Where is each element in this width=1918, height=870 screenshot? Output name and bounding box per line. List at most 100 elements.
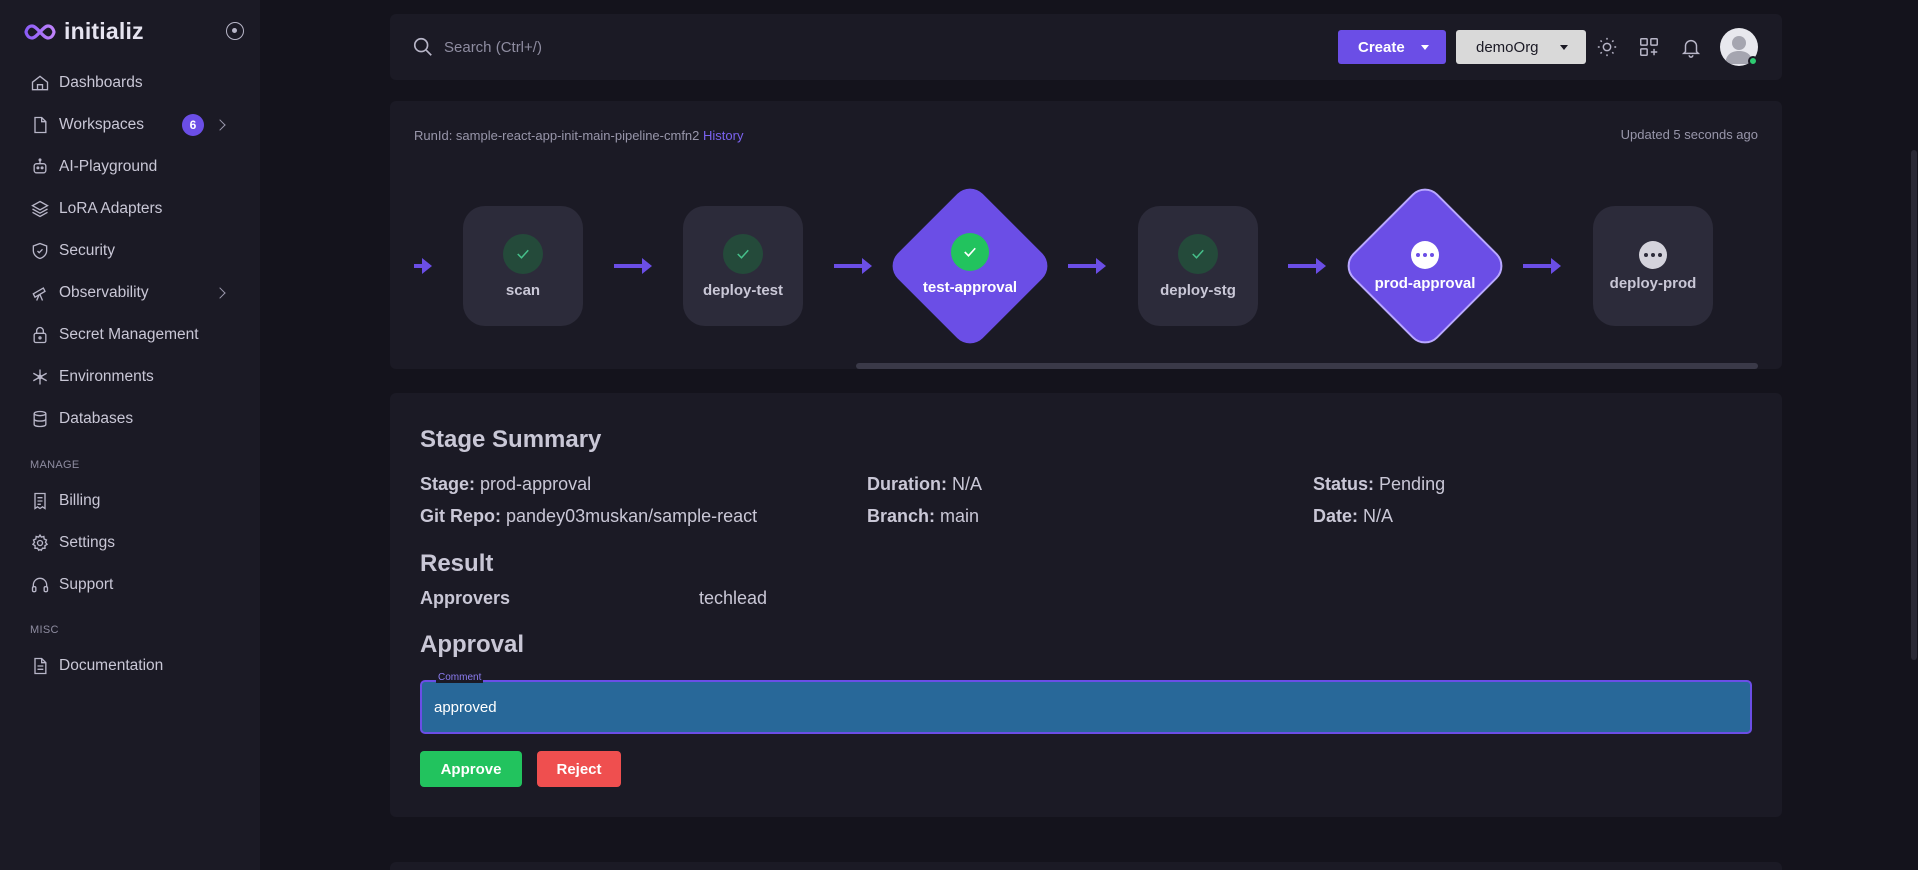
approvers-label: Approvers bbox=[420, 588, 511, 608]
status-field: Status: Pending bbox=[1313, 474, 1445, 495]
gear-icon bbox=[31, 533, 49, 552]
sidebar-item-documentation[interactable]: Documentation bbox=[30, 651, 240, 681]
bell-icon[interactable] bbox=[1680, 36, 1702, 58]
branch-field: Branch: main bbox=[867, 506, 979, 527]
search-input[interactable] bbox=[444, 34, 744, 60]
sidebar-item-security[interactable]: Security bbox=[30, 236, 240, 266]
sidebar-item-label: Secret Management bbox=[59, 326, 199, 343]
brand-logo[interactable]: initializ bbox=[24, 18, 144, 45]
flow-arrow bbox=[1523, 258, 1561, 274]
sun-icon[interactable] bbox=[1596, 36, 1618, 58]
sidebar-item-ai-playground[interactable]: AI-Playground bbox=[30, 152, 240, 182]
apps-grid-icon[interactable] bbox=[1638, 36, 1660, 58]
snowflake-icon bbox=[33, 369, 47, 385]
result-title: Result bbox=[420, 550, 494, 577]
sidebar-item-workspaces[interactable]: Workspaces 6 bbox=[30, 110, 240, 140]
more-dots-icon bbox=[1639, 240, 1667, 269]
field-label: Branch: bbox=[867, 506, 936, 526]
org-selector-button[interactable]: demoOrg bbox=[1456, 30, 1586, 64]
field-value: N/A bbox=[1363, 506, 1394, 526]
sidebar-item-label: Security bbox=[59, 242, 115, 259]
search-icon bbox=[413, 37, 432, 56]
comment-input[interactable] bbox=[434, 694, 1734, 720]
stage-node-prod-approval-content: prod-approval bbox=[1340, 241, 1510, 292]
sidebar-item-label: Databases bbox=[59, 410, 134, 427]
sidebar-item-label: Workspaces bbox=[59, 116, 144, 133]
headphones-icon bbox=[31, 577, 49, 593]
chevron-down-icon bbox=[1421, 45, 1429, 50]
vertical-scrollbar[interactable] bbox=[1911, 150, 1917, 660]
flow-arrow bbox=[414, 258, 432, 274]
sidebar-item-label: LoRA Adapters bbox=[59, 200, 163, 217]
stage-field: Stage: prod-approval bbox=[420, 474, 591, 495]
chevron-right-icon[interactable] bbox=[214, 287, 226, 299]
flow-arrow bbox=[1288, 258, 1326, 274]
sidebar-item-billing[interactable]: Billing bbox=[30, 486, 240, 516]
stage-summary-title: Stage Summary bbox=[420, 426, 602, 453]
horizontal-scrollbar[interactable] bbox=[856, 363, 1758, 369]
sidebar-item-label: Observability bbox=[59, 284, 149, 301]
reject-button[interactable]: Reject bbox=[537, 751, 621, 787]
comment-label: Comment bbox=[436, 672, 484, 683]
approval-title: Approval bbox=[420, 631, 525, 658]
stage-summary-panel: Stage Summary Stage: prod-approval Durat… bbox=[390, 393, 1782, 817]
robot-icon bbox=[33, 158, 47, 174]
check-icon bbox=[1192, 249, 1204, 259]
chevron-down-icon bbox=[1560, 45, 1568, 50]
brand-name: initializ bbox=[64, 18, 144, 44]
sidebar-item-secret-management[interactable]: Secret Management bbox=[30, 320, 240, 350]
chevron-right-icon[interactable] bbox=[214, 119, 226, 131]
stage-success-indicator bbox=[723, 233, 763, 274]
check-icon bbox=[964, 247, 976, 257]
sidebar-item-support[interactable]: Support bbox=[30, 570, 240, 600]
lock-icon bbox=[33, 326, 47, 344]
sidebar-item-databases[interactable]: Databases bbox=[30, 404, 240, 434]
field-label: Status: bbox=[1313, 474, 1375, 494]
history-link[interactable]: History bbox=[703, 128, 743, 143]
stage-name: prod-approval bbox=[1374, 275, 1476, 292]
file-icon bbox=[34, 116, 47, 134]
field-value: main bbox=[940, 506, 980, 526]
sidebar-item-label: AI-Playground bbox=[59, 158, 158, 175]
online-status-dot bbox=[1748, 56, 1758, 66]
field-value: Pending bbox=[1379, 474, 1446, 494]
sidebar-item-lora-adapters[interactable]: LoRA Adapters bbox=[30, 194, 240, 224]
section-label-misc: MISC bbox=[30, 624, 59, 636]
sidebar-item-observability[interactable]: Observability bbox=[30, 278, 240, 308]
duration-field: Duration: N/A bbox=[867, 474, 982, 495]
stage-node-deploy-prod[interactable]: deploy-prod bbox=[1593, 206, 1713, 326]
field-label: Date: bbox=[1313, 506, 1359, 526]
comment-field[interactable]: Comment bbox=[420, 673, 1752, 734]
stage-node-deploy-test[interactable]: deploy-test bbox=[683, 206, 803, 326]
stage-success-indicator bbox=[1178, 233, 1218, 274]
create-button[interactable]: Create bbox=[1338, 30, 1446, 64]
field-label: Git Repo: bbox=[420, 506, 501, 526]
receipt-icon bbox=[34, 492, 46, 510]
flow-arrow bbox=[1068, 258, 1106, 274]
sidebar-item-settings[interactable]: Settings bbox=[30, 528, 240, 558]
sidebar-item-environments[interactable]: Environments bbox=[30, 362, 240, 392]
database-icon bbox=[33, 410, 47, 428]
flow-arrow bbox=[834, 258, 872, 274]
stage-node-deploy-stg[interactable]: deploy-stg bbox=[1138, 206, 1258, 326]
sidebar: initializ Dashboards Workspaces 6 AI-Pla… bbox=[0, 0, 260, 870]
telescope-icon bbox=[32, 287, 46, 301]
sidebar-item-label: Settings bbox=[59, 534, 116, 551]
stage-node-scan[interactable]: scan bbox=[463, 206, 583, 326]
field-value: N/A bbox=[952, 474, 983, 494]
sidebar-toggle-button[interactable] bbox=[226, 22, 244, 40]
stage-name: deploy-prod bbox=[1609, 274, 1697, 292]
check-icon bbox=[517, 249, 529, 259]
date-field: Date: N/A bbox=[1313, 506, 1393, 527]
org-selector-label: demoOrg bbox=[1476, 38, 1539, 56]
approve-button[interactable]: Approve bbox=[420, 751, 522, 787]
stage-name: test-approval bbox=[922, 279, 1018, 296]
pipeline-panel: RunId: sample-react-app-init-main-pipeli… bbox=[390, 101, 1782, 369]
check-icon bbox=[737, 249, 749, 259]
stage-name: scan bbox=[505, 281, 541, 299]
field-value: pandey03muskan/sample-react bbox=[506, 506, 758, 526]
stage-success-indicator bbox=[951, 233, 989, 271]
sidebar-item-dashboards[interactable]: Dashboards bbox=[30, 68, 240, 98]
infinity-logo-icon bbox=[24, 23, 56, 40]
workspaces-count-badge: 6 bbox=[182, 114, 204, 136]
